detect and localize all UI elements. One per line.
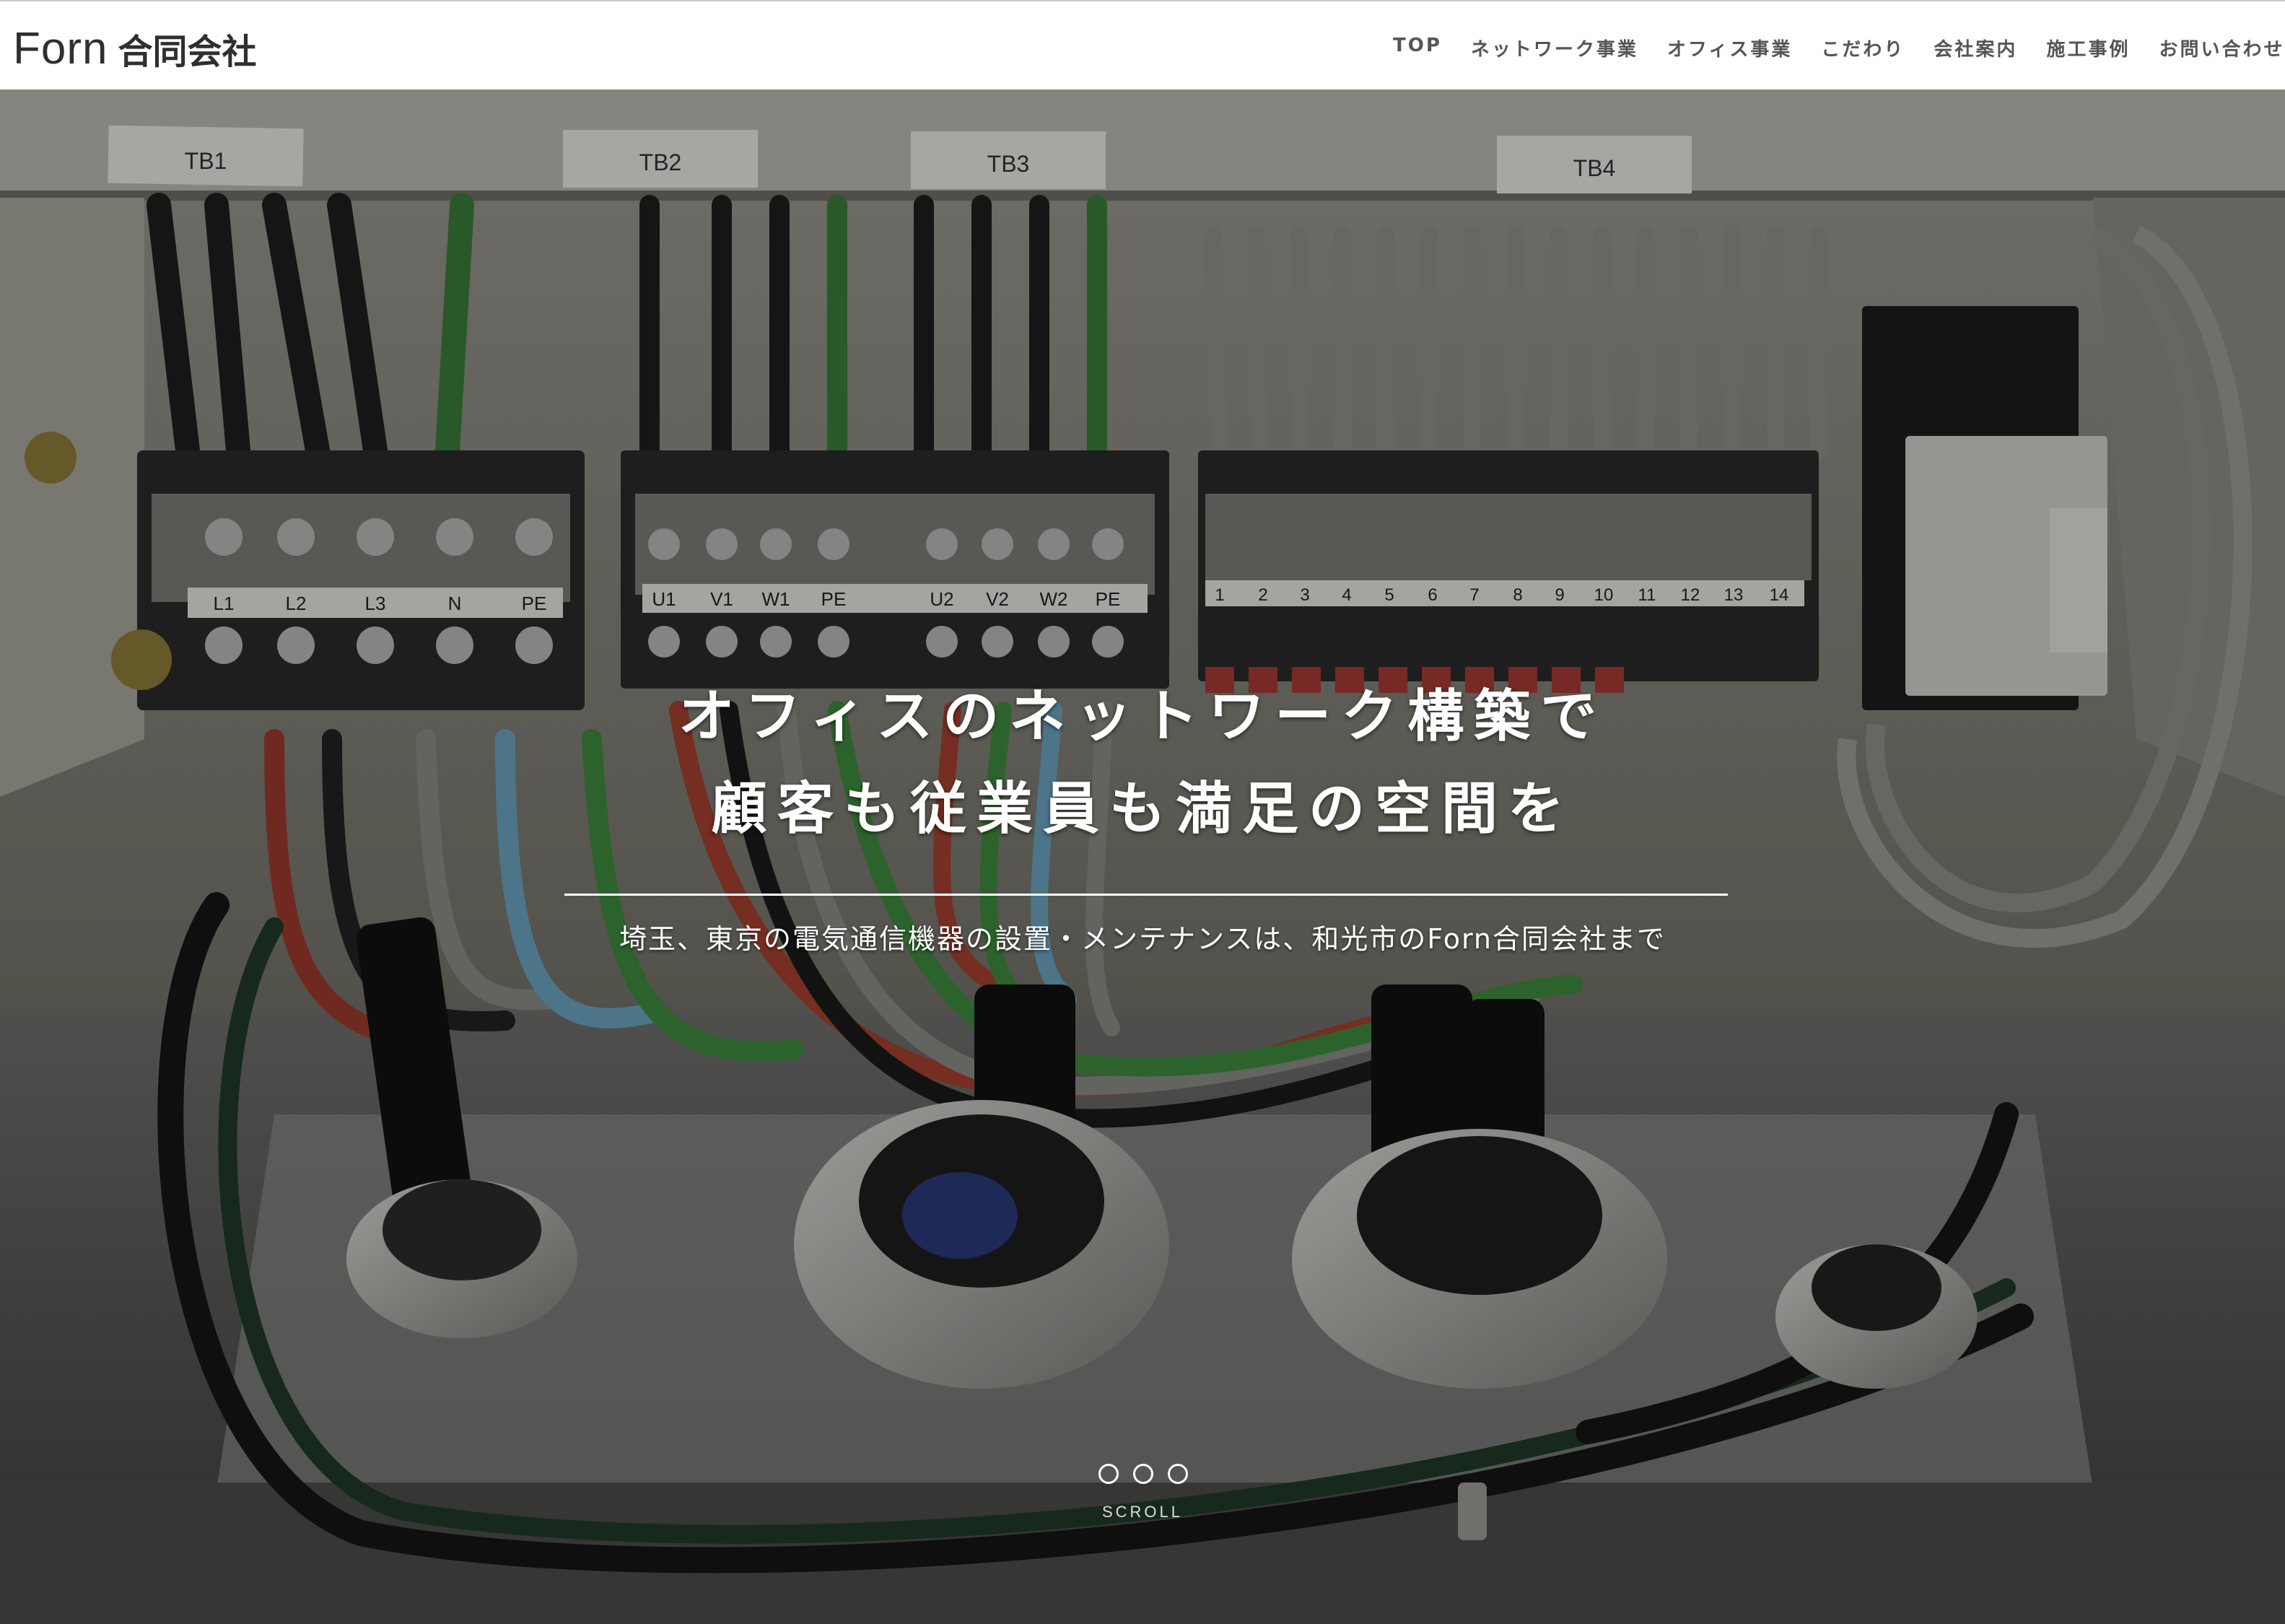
nav-item-case-studies[interactable]: 施工事例	[2046, 35, 2130, 61]
hero-slider: TB1 TB2 TB3 TB4 L1 L2 L3 N PE U1 V1 W1 P…	[0, 90, 2285, 1624]
site-logo[interactable]: Forn 合同会社	[13, 23, 257, 74]
nav-item-commitment[interactable]: こだわり	[1821, 35, 1905, 61]
logo-company-suffix: 合同会社	[118, 32, 257, 72]
hero-dark-overlay	[0, 90, 2285, 1624]
hero-headline-line2: 顧客も従業員も満足の空間を	[710, 777, 1574, 842]
nav-item-company-info[interactable]: 会社案内	[1934, 35, 2017, 61]
slider-dot-2[interactable]	[1133, 1464, 1153, 1484]
nav-item-office-business[interactable]: オフィス事業	[1667, 35, 1792, 61]
hero-divider	[564, 894, 1728, 896]
slider-dots	[1098, 1464, 1188, 1484]
main-nav: TOP ネットワーク事業 オフィス事業 こだわり 会社案内 施工事例 お問い合わ…	[1393, 35, 2284, 61]
scroll-indicator[interactable]: SCROLL	[0, 1503, 2285, 1522]
page: Forn 合同会社 TOP ネットワーク事業 オフィス事業 こだわり 会社案内 …	[0, 0, 2285, 1624]
slider-dot-1[interactable]	[1098, 1464, 1119, 1484]
nav-item-top[interactable]: TOP	[1393, 35, 1442, 61]
hero-subtitle: 埼玉、東京の電気通信機器の設置・メンテナンスは、和光市のForn合同会社まで	[619, 923, 1666, 955]
site-header: Forn 合同会社 TOP ネットワーク事業 オフィス事業 こだわり 会社案内 …	[0, 0, 2285, 90]
hero-headline-line1: オフィスのネットワーク構築で	[678, 684, 1607, 749]
nav-item-contact[interactable]: お問い合わせ	[2159, 35, 2284, 61]
nav-item-network-business[interactable]: ネットワーク事業	[1471, 35, 1638, 61]
slider-dot-3[interactable]	[1168, 1464, 1188, 1484]
logo-wordmark: Forn	[13, 24, 108, 74]
